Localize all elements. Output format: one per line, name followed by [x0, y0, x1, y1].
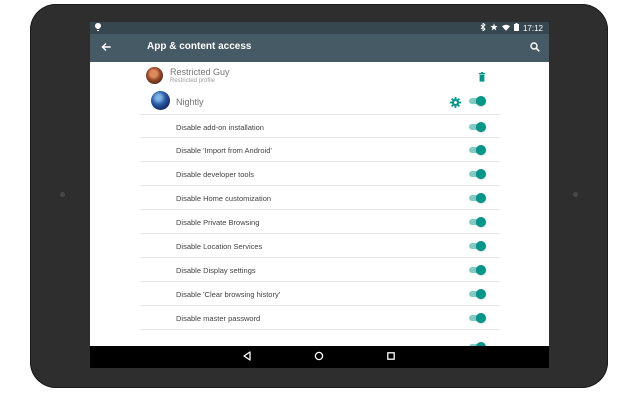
toggle-thumb	[476, 169, 486, 179]
back-button[interactable]	[96, 38, 116, 58]
search-button[interactable]	[525, 38, 545, 58]
status-time: 17:12	[522, 23, 543, 33]
app-bar: App & content access	[90, 34, 549, 62]
profile-row-nightly[interactable]: Nightly	[140, 89, 500, 113]
setting-row-clear-browsing-history[interactable]: Disable 'Clear browsing history'	[140, 282, 500, 306]
profile-settings-button[interactable]	[450, 95, 462, 108]
nav-home-button[interactable]	[312, 350, 326, 364]
setting-row-import-from-android[interactable]: Disable 'Import from Android'	[140, 138, 500, 162]
star-icon	[490, 23, 498, 34]
setting-label: Disable 'Clear browsing history'	[176, 290, 281, 299]
settings-content: Restricted Guy Restricted profile Nightl…	[90, 62, 549, 368]
front-sensor-right	[573, 192, 578, 197]
navigation-bar	[90, 346, 549, 368]
toggle-thumb	[476, 241, 486, 251]
setting-toggle[interactable]	[469, 122, 486, 132]
profile-subtitle: Restricted profile	[170, 78, 216, 84]
profile-row-restricted-guy[interactable]: Restricted Guy Restricted profile	[140, 62, 500, 86]
nav-recents-icon	[386, 348, 396, 366]
setting-row-addon-installation[interactable]: Disable add-on installation	[140, 114, 500, 138]
setting-label: Disable Home customization	[176, 194, 272, 203]
setting-row-master-password[interactable]: Disable master password	[140, 306, 500, 330]
device-screen: 17:12 App & content access Restricted Gu…	[90, 22, 549, 368]
front-sensor-left	[60, 192, 65, 197]
nav-back-button[interactable]	[240, 350, 254, 364]
delete-profile-button[interactable]	[477, 69, 489, 82]
setting-toggle[interactable]	[469, 241, 486, 251]
avatar	[151, 91, 170, 110]
toggle-thumb	[476, 193, 486, 203]
setting-label: Disable add-on installation	[176, 123, 264, 132]
toggle-thumb	[476, 145, 486, 155]
status-bar: 17:12	[90, 22, 549, 34]
bluetooth-icon	[480, 22, 486, 34]
page-title: App & content access	[147, 41, 252, 52]
setting-toggle[interactable]	[469, 145, 486, 155]
setting-toggle[interactable]	[469, 169, 486, 179]
delete-icon	[477, 69, 487, 86]
setting-toggle[interactable]	[469, 217, 486, 227]
nav-back-icon	[242, 348, 252, 366]
setting-row-location-services[interactable]: Disable Location Services	[140, 234, 500, 258]
notification-icon	[95, 23, 101, 33]
setting-toggle[interactable]	[469, 289, 486, 299]
setting-toggle[interactable]	[469, 313, 486, 323]
toggle-thumb	[476, 289, 486, 299]
setting-toggle[interactable]	[469, 193, 486, 203]
setting-label: Disable Location Services	[176, 242, 263, 251]
avatar	[146, 67, 163, 84]
toggle-thumb	[476, 96, 486, 106]
gear-icon	[450, 95, 461, 112]
setting-row-display-settings[interactable]: Disable Display settings	[140, 258, 500, 282]
toggle-thumb	[476, 313, 486, 323]
battery-icon	[513, 23, 519, 34]
setting-row-developer-tools[interactable]: Disable developer tools	[140, 162, 500, 186]
profile-name: Restricted Guy	[170, 67, 230, 77]
toggle-thumb	[476, 265, 486, 275]
setting-toggle[interactable]	[469, 265, 486, 275]
nav-recents-button[interactable]	[384, 350, 398, 364]
setting-label: Disable master password	[176, 314, 261, 323]
search-icon	[530, 39, 540, 57]
setting-label: Disable 'Import from Android'	[176, 146, 272, 155]
nav-home-icon	[314, 348, 324, 366]
setting-row-private-browsing[interactable]: Disable Private Browsing	[140, 210, 500, 234]
arrow-back-icon	[101, 39, 111, 57]
setting-label: Disable Private Browsing	[176, 218, 260, 227]
wifi-icon	[501, 24, 510, 34]
profile-toggle[interactable]	[469, 96, 486, 106]
toggle-thumb	[476, 217, 486, 227]
profile-name: Nightly	[176, 97, 204, 107]
setting-label: Disable developer tools	[176, 170, 254, 179]
setting-row-home-customization[interactable]: Disable Home customization	[140, 186, 500, 210]
toggle-thumb	[476, 122, 486, 132]
setting-label: Disable Display settings	[176, 266, 256, 275]
status-icons: 17:12	[480, 22, 543, 34]
